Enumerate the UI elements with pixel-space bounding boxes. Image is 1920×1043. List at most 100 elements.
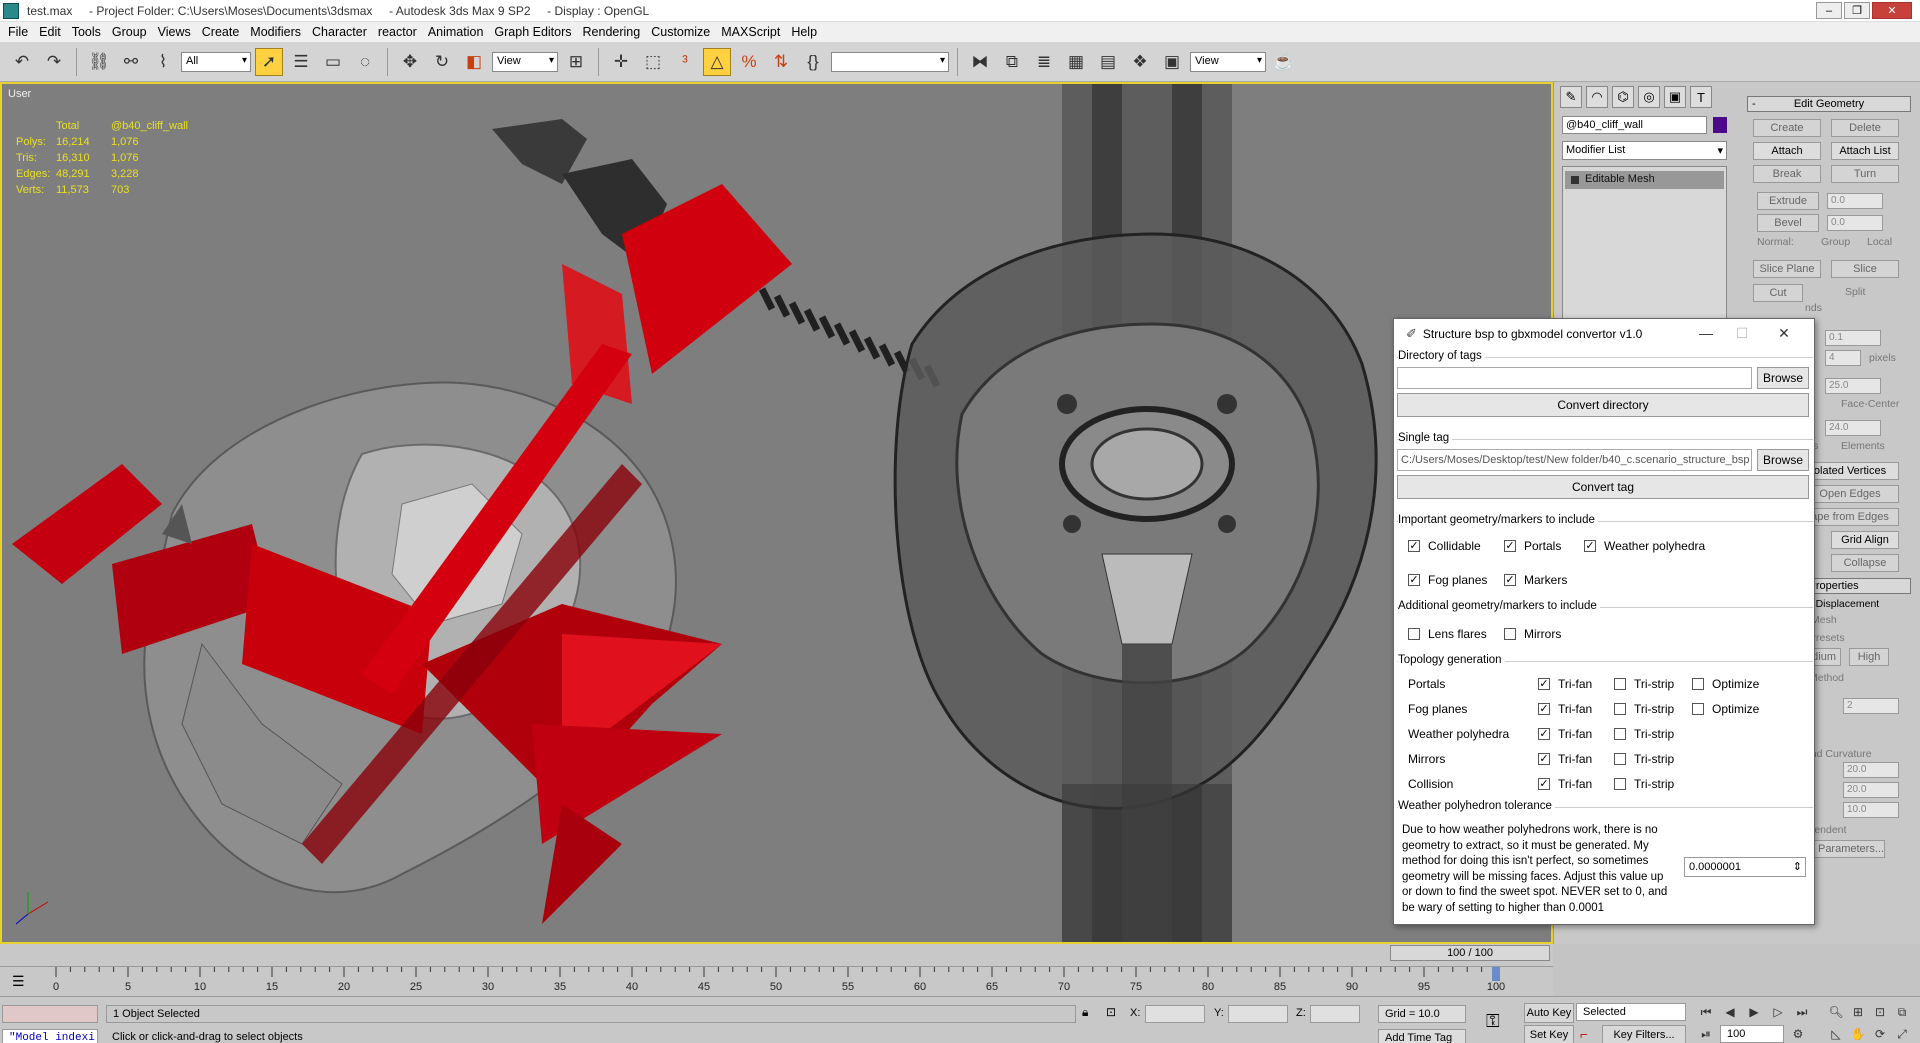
close-button[interactable]: ✕ bbox=[1872, 2, 1912, 19]
mirror-icon[interactable]: ⧓ bbox=[966, 48, 994, 76]
delete-button[interactable]: Delete bbox=[1831, 119, 1899, 137]
select-link-icon[interactable]: ⛓ bbox=[85, 48, 113, 76]
undo-icon[interactable]: ↶ bbox=[8, 48, 36, 76]
normal-local-radio[interactable]: Local bbox=[1867, 236, 1892, 248]
portals-checkbox[interactable]: ✓ Portals bbox=[1504, 539, 1561, 553]
bevel-button[interactable]: Bevel bbox=[1757, 214, 1819, 232]
zoom-all-icon[interactable]: ⊞ bbox=[1848, 1002, 1868, 1022]
keyboard-shortcut-icon[interactable]: ⬚ bbox=[639, 48, 667, 76]
viewport-label[interactable]: User bbox=[8, 88, 31, 100]
key-mode-dropdown[interactable]: Selected bbox=[1576, 1003, 1686, 1021]
layer-manager-icon[interactable]: ≣ bbox=[1030, 48, 1058, 76]
menu-group[interactable]: Group bbox=[110, 25, 156, 39]
render-type-dropdown[interactable]: View bbox=[1190, 51, 1266, 72]
elements-radio[interactable]: Elements bbox=[1841, 440, 1885, 452]
key-mode-toggle-icon[interactable]: ⏯ bbox=[1696, 1024, 1716, 1043]
weather-tristrip-checkbox[interactable]: Tri-strip bbox=[1614, 727, 1674, 741]
mirrors-checkbox[interactable]: Mirrors bbox=[1504, 627, 1561, 641]
time-slider[interactable]: 100 / 100 bbox=[1390, 945, 1550, 961]
markers-checkbox[interactable]: ✓ Markers bbox=[1504, 573, 1567, 587]
normal-group-radio[interactable]: Group bbox=[1821, 236, 1850, 248]
add-time-tag[interactable]: Add Time Tag bbox=[1378, 1029, 1466, 1043]
align-icon[interactable]: ⧉ bbox=[998, 48, 1026, 76]
dialog-minimize-button[interactable]: — bbox=[1696, 325, 1716, 341]
redo-icon[interactable]: ↷ bbox=[40, 48, 68, 76]
menu-edit[interactable]: Edit bbox=[37, 25, 70, 39]
slice-button[interactable]: Slice bbox=[1831, 260, 1899, 278]
select-open-edges-button[interactable]: Open Edges bbox=[1801, 485, 1899, 503]
bind-space-warp-icon[interactable]: ⌇ bbox=[149, 48, 177, 76]
preset-high-button[interactable]: High bbox=[1849, 648, 1889, 666]
quick-render-icon[interactable]: ☕ bbox=[1270, 48, 1298, 76]
fog-planes-checkbox[interactable]: ✓ Fog planes bbox=[1408, 573, 1487, 587]
modifier-list-dropdown[interactable]: Modifier List bbox=[1562, 141, 1727, 160]
menu-rendering[interactable]: Rendering bbox=[581, 25, 650, 39]
break-button[interactable]: Break bbox=[1753, 165, 1821, 183]
utilities-tab-icon[interactable]: T bbox=[1690, 86, 1712, 108]
modify-tab-icon[interactable]: ◠ bbox=[1586, 86, 1608, 108]
menu-character[interactable]: Character bbox=[310, 25, 376, 39]
select-object-icon[interactable]: ➚ bbox=[255, 47, 283, 76]
mirrors-trifan-checkbox[interactable]: ✓ Tri-fan bbox=[1538, 752, 1592, 766]
goto-start-icon[interactable]: ⏮ bbox=[1696, 1002, 1716, 1022]
convert-directory-button[interactable]: Convert directory bbox=[1397, 393, 1809, 417]
face-center-radio[interactable]: Face-Center bbox=[1841, 398, 1899, 410]
time-slider-marker[interactable] bbox=[1492, 967, 1500, 981]
single-tag-browse-button[interactable]: Browse bbox=[1757, 449, 1809, 471]
extrude-amount-spinner[interactable]: 0.0 bbox=[1827, 193, 1883, 209]
directory-field[interactable] bbox=[1397, 367, 1752, 389]
x-coordinate-field[interactable] bbox=[1145, 1005, 1205, 1023]
motion-tab-icon[interactable]: ◎ bbox=[1638, 86, 1660, 108]
named-selection-dropdown[interactable] bbox=[831, 51, 949, 72]
remove-isolated-vertices-button[interactable]: olated Vertices bbox=[1801, 462, 1899, 480]
weather-trifan-checkbox[interactable]: ✓ Tri-fan bbox=[1538, 727, 1592, 741]
rotate-icon[interactable]: ↻ bbox=[428, 48, 456, 76]
display-tab-icon[interactable]: ▣ bbox=[1664, 86, 1686, 108]
portals-tristrip-checkbox[interactable]: Tri-strip bbox=[1614, 677, 1674, 691]
weather-polyhedra-checkbox[interactable]: ✓ Weather polyhedra bbox=[1584, 539, 1705, 553]
reference-coordinate-dropdown[interactable]: View bbox=[492, 51, 558, 72]
play-icon[interactable]: ▶ bbox=[1744, 1002, 1764, 1022]
create-tab-icon[interactable]: ✎ bbox=[1560, 86, 1582, 108]
menu-views[interactable]: Views bbox=[156, 25, 200, 39]
set-key-button[interactable]: Set Key bbox=[1524, 1025, 1574, 1043]
next-key-icon[interactable]: ▷ bbox=[1768, 1002, 1788, 1022]
current-frame-field[interactable]: 100 bbox=[1720, 1025, 1784, 1043]
time-configuration-icon[interactable]: ⚙ bbox=[1788, 1024, 1808, 1043]
maxscript-output[interactable]: "Model indexi bbox=[2, 1029, 98, 1043]
portals-optimize-checkbox[interactable]: Optimize bbox=[1692, 677, 1759, 691]
restore-button[interactable]: ❐ bbox=[1844, 2, 1870, 19]
maximize-viewport-icon[interactable]: ⤢ bbox=[1892, 1024, 1912, 1043]
fog-planes-tristrip-checkbox[interactable]: Tri-strip bbox=[1614, 702, 1674, 716]
object-color-swatch[interactable] bbox=[1713, 117, 1727, 133]
split-checkbox[interactable]: Split bbox=[1845, 286, 1865, 298]
select-by-name-icon[interactable]: ☰ bbox=[287, 48, 315, 76]
angle-spinner[interactable]: 10.0 bbox=[1843, 802, 1899, 818]
portals-trifan-checkbox[interactable]: ✓ Tri-fan bbox=[1538, 677, 1592, 691]
menu-tools[interactable]: Tools bbox=[70, 25, 110, 39]
arc-rotate-icon[interactable]: ⟳ bbox=[1870, 1024, 1890, 1043]
curve-editor-icon[interactable]: ▦ bbox=[1062, 48, 1090, 76]
render-scene-icon[interactable]: ▣ bbox=[1158, 48, 1186, 76]
tolerance-spinner[interactable]: 0.0000001 bbox=[1684, 857, 1806, 877]
spinner-snap-icon[interactable]: ⇅ bbox=[767, 48, 795, 76]
create-shape-from-edges-button[interactable]: ape from Edges bbox=[1801, 508, 1899, 526]
menu-help[interactable]: Help bbox=[789, 25, 826, 39]
auto-key-button[interactable]: Auto Key bbox=[1524, 1003, 1574, 1023]
angle-snap-icon[interactable]: △ bbox=[703, 47, 731, 76]
tessellate-spinner[interactable]: 25.0 bbox=[1825, 378, 1881, 394]
move-icon[interactable]: ✥ bbox=[396, 48, 424, 76]
dialog-maximize-button[interactable]: ☐ bbox=[1732, 325, 1752, 342]
directory-browse-button[interactable]: Browse bbox=[1757, 367, 1809, 389]
steps-spinner[interactable]: 2 bbox=[1843, 698, 1899, 714]
create-button[interactable]: Create bbox=[1753, 119, 1821, 137]
manipulate-icon[interactable]: ✛ bbox=[607, 48, 635, 76]
mirrors-tristrip-checkbox[interactable]: Tri-strip bbox=[1614, 752, 1674, 766]
grid-align-button[interactable]: Grid Align bbox=[1831, 531, 1899, 549]
set-key-icon[interactable]: ⚿ bbox=[1486, 1011, 1500, 1032]
convert-tag-button[interactable]: Convert tag bbox=[1397, 475, 1809, 499]
slice-plane-button[interactable]: Slice Plane bbox=[1753, 260, 1821, 278]
snap-toggle-icon[interactable]: ³ bbox=[671, 48, 699, 76]
turn-button[interactable]: Turn bbox=[1831, 165, 1899, 183]
weld-pixels-spinner[interactable]: 4 bbox=[1825, 350, 1861, 366]
